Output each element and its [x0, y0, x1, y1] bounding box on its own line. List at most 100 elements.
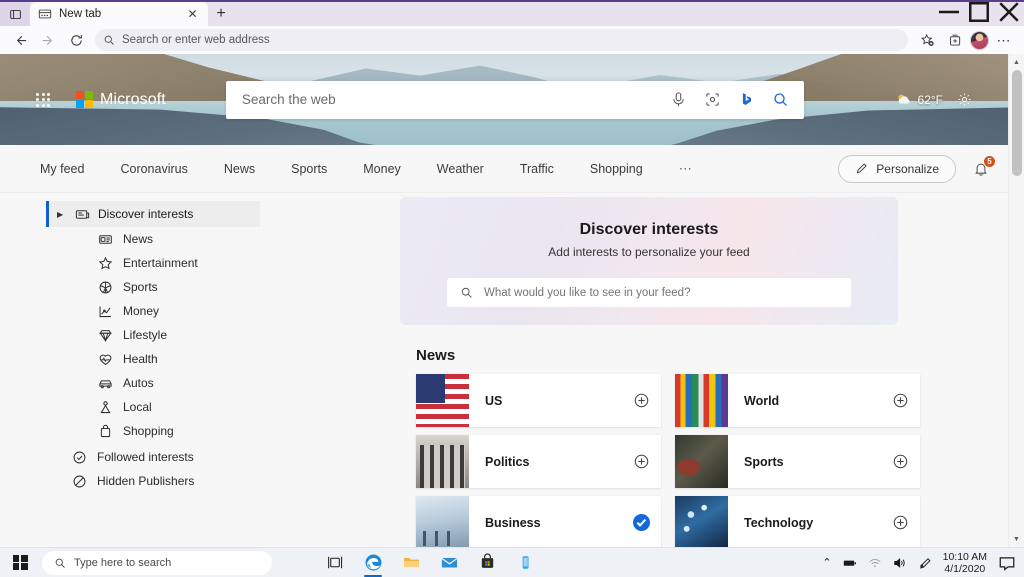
personalize-button[interactable]: Personalize [838, 154, 956, 183]
add-interest-button[interactable] [621, 392, 661, 409]
interest-tile-business[interactable]: Business [416, 496, 661, 547]
minimize-button[interactable] [934, 0, 964, 24]
refresh-button[interactable] [63, 28, 89, 52]
network-button[interactable] [868, 556, 882, 570]
microphone-icon[interactable] [662, 83, 696, 117]
sidebar-item-hidden-publishers[interactable]: Hidden Publishers [46, 469, 400, 493]
star-icon [98, 256, 113, 269]
app-launcher-icon[interactable] [32, 89, 54, 111]
microsoft-logo[interactable]: Microsoft [76, 91, 166, 109]
back-button[interactable] [7, 28, 33, 52]
plus-circle-icon [893, 393, 907, 408]
microsoft-edge-button[interactable] [358, 548, 388, 577]
interest-tile-us[interactable]: US [416, 374, 661, 427]
interest-tile-world[interactable]: World [675, 374, 920, 427]
heart-pulse-icon [99, 354, 112, 365]
microsoft-squares-icon [76, 91, 93, 108]
tile-label: Technology [744, 515, 814, 530]
sidebar-item-health[interactable]: Health [46, 347, 400, 371]
interests-search-input[interactable]: What would you like to see in your feed? [447, 278, 851, 307]
nav-more-button[interactable]: ⋯ [679, 161, 693, 177]
interest-tile-sports[interactable]: Sports [675, 435, 920, 488]
nav-item-coronavirus[interactable]: Coronavirus [120, 162, 187, 176]
mail-button[interactable] [434, 548, 464, 577]
taskbar-clock[interactable]: 10:10 AM 4/1/2020 [943, 551, 987, 575]
discover-sidebar: ▶ Discover interests News Entertainment … [0, 193, 400, 547]
browser-settings-button[interactable]: ⋯ [991, 28, 1017, 52]
tray-overflow-button[interactable]: ⌃ [822, 556, 831, 569]
sidebar-label: News [123, 232, 154, 246]
file-explorer-button[interactable] [396, 548, 426, 577]
action-center-button[interactable] [998, 554, 1016, 572]
forward-button[interactable] [35, 28, 61, 52]
scrollbar-thumb[interactable] [1012, 70, 1022, 176]
sidebar-item-money[interactable]: Money [46, 299, 400, 323]
add-interest-button[interactable] [880, 392, 920, 409]
microsoft-store-button[interactable] [472, 548, 502, 577]
sidebar-item-sports[interactable]: Sports [46, 275, 400, 299]
browser-tab[interactable]: New tab ✕ [30, 2, 208, 26]
nav-item-shopping[interactable]: Shopping [590, 162, 643, 176]
sidebar-item-shopping[interactable]: Shopping [46, 419, 400, 443]
battery-icon [843, 560, 856, 566]
discover-card-subtitle: Add interests to personalize your feed [548, 245, 750, 259]
wifi-icon [869, 558, 881, 567]
bing-search-submit-icon[interactable] [764, 83, 798, 117]
sidebar-label: Autos [123, 376, 154, 390]
address-bar[interactable]: Search or enter web address [95, 29, 908, 51]
visual-search-icon[interactable] [696, 83, 730, 117]
nav-item-my-feed[interactable]: My feed [40, 162, 84, 176]
volume-button[interactable] [893, 556, 907, 570]
newtab-icon [38, 7, 52, 21]
window-controls [934, 0, 1024, 26]
sidebar-item-discover-interests[interactable]: ▶ Discover interests [46, 201, 260, 227]
tile-label: World [744, 393, 780, 408]
phone-link-button[interactable] [510, 548, 540, 577]
interest-tile-technology[interactable]: Technology [675, 496, 920, 547]
interest-tile-politics[interactable]: Politics [416, 435, 661, 488]
nav-item-traffic[interactable]: Traffic [520, 162, 554, 176]
tab-actions-menu-button[interactable] [0, 2, 30, 26]
add-interest-button[interactable] [621, 453, 661, 470]
taskbar-search-box[interactable]: Type here to search [42, 550, 272, 575]
hero-content-row: Microsoft Search the web 62°F [0, 54, 1008, 145]
collections-icon [949, 34, 960, 46]
nav-item-weather[interactable]: Weather [437, 162, 484, 176]
weather-widget[interactable]: 62°F [895, 92, 943, 107]
sidebar-item-local[interactable]: Local [46, 395, 400, 419]
bing-chat-icon[interactable] [730, 83, 764, 117]
task-view-button[interactable] [320, 548, 350, 577]
nav-item-news[interactable]: News [224, 162, 255, 176]
sidebar-item-lifestyle[interactable]: Lifestyle [46, 323, 400, 347]
page-settings-gear-icon[interactable] [957, 92, 972, 107]
profile-avatar[interactable] [970, 30, 989, 50]
sidebar-item-followed-interests[interactable]: Followed interests [46, 445, 400, 469]
sidebar-header-label: Discover interests [98, 207, 194, 221]
followed-interest-button[interactable] [621, 514, 661, 531]
notifications-button[interactable]: 5 [970, 154, 996, 180]
page-scrollbar[interactable]: ▲ ▼ [1008, 54, 1024, 547]
pen-button[interactable] [918, 556, 932, 570]
sidebar-item-autos[interactable]: Autos [46, 371, 400, 395]
favorites-button[interactable] [914, 28, 940, 52]
sidebar-item-news[interactable]: News [46, 227, 400, 251]
nav-item-money[interactable]: Money [363, 162, 401, 176]
maximize-button[interactable] [964, 0, 994, 24]
battery-button[interactable] [843, 556, 857, 570]
sidebar-label: Health [123, 352, 158, 366]
check-circle-filled-icon [632, 514, 650, 531]
add-interest-button[interactable] [880, 453, 920, 470]
collections-button[interactable] [942, 28, 968, 52]
close-window-button[interactable] [994, 0, 1024, 24]
weather-temperature: 62°F [917, 92, 943, 107]
scroll-down-arrow-icon[interactable]: ▼ [1009, 531, 1024, 547]
add-interest-button[interactable] [880, 514, 920, 531]
nav-item-sports[interactable]: Sports [291, 162, 327, 176]
tab-close-button[interactable]: ✕ [185, 7, 200, 22]
new-tab-button[interactable]: + [208, 2, 234, 26]
start-button[interactable] [0, 548, 40, 577]
sidebar-item-entertainment[interactable]: Entertainment [46, 251, 400, 275]
bing-search-box[interactable]: Search the web [225, 80, 804, 119]
scroll-up-arrow-icon[interactable]: ▲ [1009, 54, 1024, 70]
system-tray: ⌃ 10:10 AM 4/1/2020 [822, 551, 1024, 575]
